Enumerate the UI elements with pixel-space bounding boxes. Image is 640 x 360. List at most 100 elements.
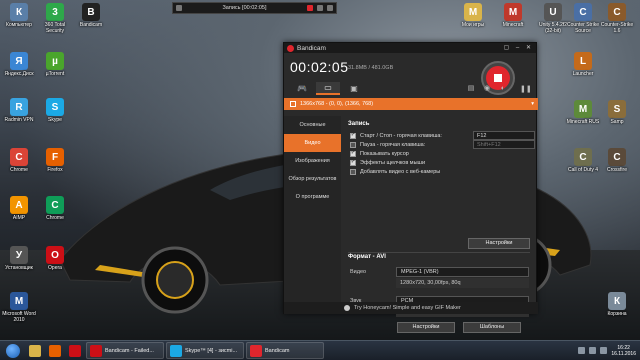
- desktop-icon-label: Установщик: [5, 265, 33, 271]
- taskbar: Bandicam - Failed... Skype™ [4] - зисmi..…: [0, 340, 640, 360]
- desktop-icon-left-13[interactable]: M Microsoft Word 2010: [2, 292, 36, 323]
- skype-icon: [170, 344, 182, 357]
- desktop-icon-label: Opera: [48, 265, 62, 271]
- desktop-icon-left-1[interactable]: 3 360 Total Security: [38, 3, 72, 34]
- option-row[interactable]: ✓ Старт / Стоп - горячая клавиша: F12: [350, 131, 535, 140]
- option-row[interactable]: ✓ Эффекты щелчков мыши: [350, 158, 534, 167]
- desktop-icon-right-6[interactable]: M Minecraft RUS: [566, 100, 600, 125]
- record-timer: 00:02:05: [290, 59, 349, 75]
- desktop-icon-left-0[interactable]: К Компьютер: [2, 3, 36, 28]
- video-codec-field[interactable]: MPEG-1 (VBR): [396, 267, 529, 277]
- video-info: 1280x720, 30,00fps, 80q: [396, 278, 529, 288]
- footer-bar[interactable]: Try Honeycam! Simple and easy GIF Maker: [284, 302, 538, 314]
- crossfire-icon: C: [608, 148, 626, 166]
- desktop-icon-left-10[interactable]: C Chrome: [38, 196, 72, 221]
- option-row[interactable]: Пауза - горячая клавиша: Shift+F12: [350, 140, 535, 149]
- desktop-icon-left-8[interactable]: F Firefox: [38, 148, 72, 173]
- desktop-icon-left-12[interactable]: O Opera: [38, 246, 72, 271]
- desktop-icon-label: Counter-Strike 1.6: [600, 22, 634, 34]
- desktop-icon-right-3[interactable]: C Counter Strike Source: [566, 3, 600, 34]
- taskbar-item[interactable]: Bandicam: [246, 342, 324, 359]
- minimize-button[interactable]: –: [513, 45, 522, 52]
- desktop-icon-left-11[interactable]: У Установщик: [2, 246, 36, 271]
- taskbar-item[interactable]: Skype™ [4] - зисmi...: [166, 342, 244, 359]
- recording-toolbar[interactable]: Запись [00:02:05]: [172, 2, 337, 14]
- taskbar-item[interactable]: Bandicam - Failed...: [86, 342, 164, 359]
- taskbar-pin-explorer[interactable]: [26, 342, 44, 359]
- chrome-icon: C: [46, 196, 64, 214]
- info-icon: [344, 305, 350, 311]
- desktop-icon-right-5[interactable]: L Launcher: [566, 52, 600, 77]
- option-label: Старт / Стоп - горячая клавиша:: [360, 132, 442, 139]
- capture-area-bar[interactable]: 1366x768 - (0, 0), (1366, 768) ▾: [284, 98, 538, 110]
- desktop-icon-left-5[interactable]: R Radmin VPN: [2, 98, 36, 123]
- hotkey-field[interactable]: Shift+F12: [473, 140, 535, 149]
- volume-icon[interactable]: [600, 347, 608, 354]
- clock[interactable]: 16:22 16.11.2016: [611, 345, 636, 357]
- mode-toolbar: 🎮 ▭ ▣ ▤ ◉ ◐: [284, 80, 538, 96]
- unity-icon: U: [544, 3, 562, 21]
- folder-icon: М: [464, 3, 482, 21]
- camera-icon[interactable]: [317, 5, 323, 11]
- samp-icon: S: [608, 100, 626, 118]
- close-button[interactable]: ✕: [524, 45, 533, 52]
- desktop-icon-left-4[interactable]: µ µTorrent: [38, 52, 72, 77]
- cs16-icon: C: [608, 3, 626, 21]
- nav-about[interactable]: О программе: [284, 188, 341, 206]
- nav-results[interactable]: Обзор результатов: [284, 170, 341, 188]
- desktop-icon-right-0[interactable]: М Мои игры: [456, 3, 490, 28]
- checkbox[interactable]: ✓: [350, 150, 356, 157]
- folder-icon[interactable]: ▤: [464, 82, 478, 95]
- desktop-icon-left-9[interactable]: A AIMP: [2, 196, 36, 221]
- recording-title: Запись [00:02:05]: [222, 5, 267, 11]
- chevron-down-icon[interactable]: ▾: [531, 101, 534, 107]
- option-row[interactable]: ✓ Показывать курсор: [350, 149, 534, 158]
- desktop-icon-left-7[interactable]: C Chrome: [2, 148, 36, 173]
- nav-video[interactable]: Видео: [284, 134, 341, 152]
- game-mode-icon[interactable]: 🎮: [290, 82, 314, 95]
- bandicam-window: Bandicam ▢ – ✕ 00:02:05 31.8MB / 481.0GB ❚…: [283, 42, 538, 333]
- launcher-icon: L: [574, 52, 592, 70]
- grip-icon[interactable]: [176, 5, 182, 11]
- start-button[interactable]: [2, 342, 24, 360]
- nav-images[interactable]: Изображения: [284, 152, 341, 170]
- desktop-icon-right-1[interactable]: M Minecraft: [496, 3, 530, 28]
- speaker-icon[interactable]: ◐: [496, 82, 510, 95]
- templates-button[interactable]: Шаблоны: [463, 322, 521, 333]
- lock-icon[interactable]: ▢: [502, 45, 511, 52]
- checkbox[interactable]: ✓: [350, 132, 356, 139]
- bandicam-icon: [250, 344, 262, 357]
- flag-icon[interactable]: [578, 347, 586, 354]
- checkbox[interactable]: [350, 141, 356, 148]
- desktop-icon-left-3[interactable]: Я Яндекс.Диск: [2, 52, 36, 77]
- option-row[interactable]: Добавлять видео с веб-камеры: [350, 167, 534, 176]
- skype-icon: S: [46, 98, 64, 116]
- taskbar-pin-opera[interactable]: [66, 342, 84, 359]
- checkbox[interactable]: ✓: [350, 159, 356, 166]
- desktop-icon-right-10[interactable]: К Корзина: [600, 292, 634, 317]
- utorrent-icon: µ: [46, 52, 64, 70]
- title-bar[interactable]: Bandicam ▢ – ✕: [284, 43, 536, 53]
- desktop-icon-left-2[interactable]: B Bandicam: [74, 3, 108, 28]
- network-icon[interactable]: [589, 347, 597, 354]
- desktop-icon-right-9[interactable]: C Crossfire: [600, 148, 634, 173]
- screen-mode-icon[interactable]: ▭: [316, 81, 340, 95]
- desktop-icon-right-4[interactable]: C Counter-Strike 1.6: [600, 3, 634, 34]
- app-title: Bandicam: [297, 44, 326, 52]
- desktop-icon-label: Launcher: [572, 71, 594, 77]
- desktop-icon-left-6[interactable]: S Skype: [38, 98, 72, 123]
- camera-icon[interactable]: ◉: [480, 82, 494, 95]
- stop-icon[interactable]: [307, 5, 313, 11]
- checkbox[interactable]: [350, 168, 356, 175]
- nav-basic[interactable]: Основные: [284, 116, 341, 134]
- taskbar-pin-firefox[interactable]: [46, 342, 64, 359]
- close-icon[interactable]: [327, 5, 333, 11]
- desktop-icon-right-2[interactable]: U Unity 5.4.2f2 (32-bit): [536, 3, 570, 34]
- record-settings-button[interactable]: Настройки: [468, 238, 530, 249]
- desktop-icon-right-7[interactable]: S Samp: [600, 100, 634, 125]
- bandicam-logo-icon: [287, 44, 294, 52]
- desktop-icon-right-8[interactable]: C Call of Duty 4: [566, 148, 600, 173]
- hotkey-field[interactable]: F12: [473, 131, 535, 140]
- device-mode-icon[interactable]: ▣: [342, 82, 366, 95]
- format-settings-button[interactable]: Настройки: [397, 322, 455, 333]
